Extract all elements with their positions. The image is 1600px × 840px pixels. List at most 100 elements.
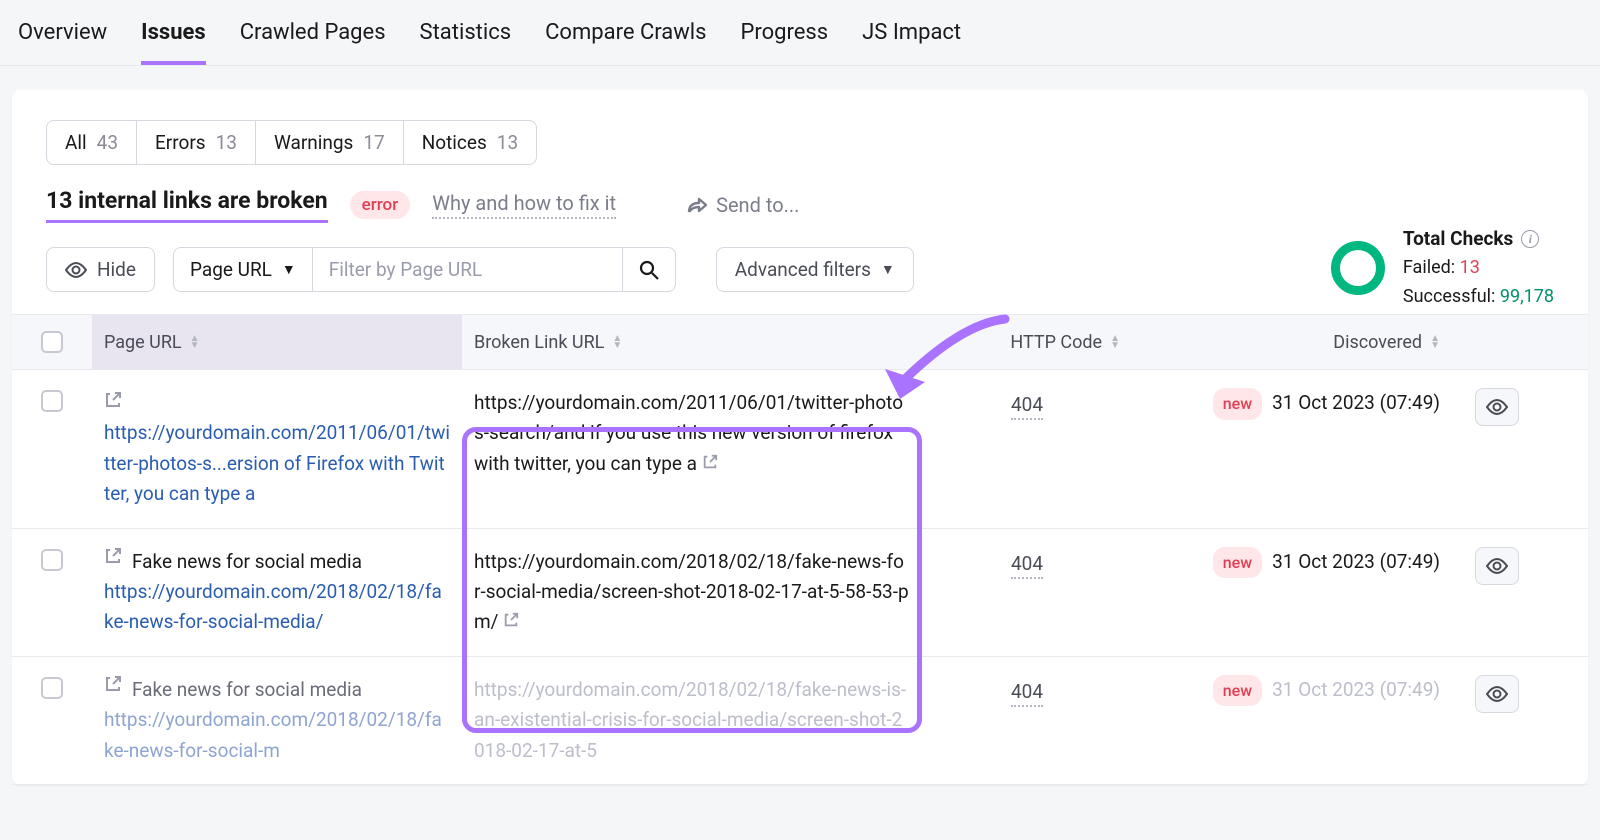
th-checkbox [12, 315, 92, 369]
stats-title: Total Checks [1403, 224, 1513, 254]
tab-crawled-pages[interactable]: Crawled Pages [240, 20, 386, 65]
filter-warnings[interactable]: Warnings17 [256, 121, 404, 164]
external-link-icon[interactable] [503, 612, 519, 628]
th-http-label: HTTP Code [1010, 332, 1102, 353]
view-button[interactable] [1475, 547, 1519, 585]
filter-all-count: 43 [97, 131, 118, 154]
external-link-icon[interactable] [104, 675, 122, 693]
info-icon[interactable]: i [1521, 230, 1539, 248]
cell-actions [1452, 675, 1542, 766]
eye-icon [65, 262, 87, 278]
filter-notices-count: 13 [497, 131, 518, 154]
filter-notices[interactable]: Notices 13 [404, 121, 536, 164]
page-url-link[interactable]: https://yourdomain.com/2011/06/01/twitte… [104, 421, 450, 505]
report-title: 13 internal links are broken [46, 187, 328, 223]
row-checkbox[interactable] [41, 390, 63, 412]
view-button[interactable] [1475, 675, 1519, 713]
cell-http-code: 404 [922, 547, 1132, 638]
why-how-link[interactable]: Why and how to fix it [432, 191, 616, 219]
error-badge: error [350, 191, 411, 219]
page-url-link[interactable]: https://yourdomain.com/2018/02/18/fake-n… [104, 580, 442, 633]
broken-url-text: https://yourdomain.com/2011/06/01/twitte… [474, 391, 903, 475]
th-broken-link-url[interactable]: Broken Link URL ▲▼ [462, 315, 922, 369]
row-checkbox-cell [12, 388, 92, 510]
external-link-icon[interactable] [104, 391, 122, 409]
select-all-checkbox[interactable] [41, 331, 63, 353]
send-to-button[interactable]: Send to... [686, 193, 799, 217]
hide-label: Hide [97, 258, 136, 281]
tab-issues[interactable]: Issues [141, 20, 206, 65]
cell-http-code: 404 [922, 675, 1132, 766]
cell-http-code: 404 [922, 388, 1132, 510]
filter-notices-label: Notices [422, 131, 487, 154]
table-row: https://yourdomain.com/2011/06/01/twitte… [12, 370, 1588, 529]
sort-icon: ▲▼ [1110, 335, 1120, 349]
row-checkbox-cell [12, 675, 92, 766]
http-code-value: 404 [1011, 680, 1043, 707]
new-badge: new [1213, 547, 1262, 579]
filter-errors-label: Errors [155, 131, 206, 154]
stats-failed-row: Failed: 13 [1403, 254, 1554, 283]
send-to-label: Send to... [716, 193, 799, 217]
tab-overview[interactable]: Overview [18, 20, 107, 65]
chevron-down-icon: ▼ [881, 261, 895, 278]
search-button[interactable] [623, 247, 676, 292]
tab-js-impact[interactable]: JS Impact [862, 20, 961, 65]
success-count: 99,178 [1500, 286, 1554, 307]
discovered-date: 31 Oct 2023 (07:49) [1272, 388, 1440, 418]
filter-input[interactable] [313, 247, 623, 292]
th-discovered[interactable]: Discovered ▲▼ [1132, 315, 1452, 369]
new-badge: new [1213, 388, 1262, 420]
tab-progress[interactable]: Progress [741, 20, 829, 65]
cell-page-url: Fake news for social media https://yourd… [92, 547, 462, 638]
filter-errors[interactable]: Errors 13 [137, 121, 256, 164]
external-link-icon[interactable] [702, 454, 718, 470]
filter-field-select[interactable]: Page URL ▼ [173, 247, 313, 292]
th-broken-label: Broken Link URL [474, 332, 604, 353]
th-discovered-label: Discovered [1333, 332, 1422, 353]
cell-page-url: https://yourdomain.com/2011/06/01/twitte… [92, 388, 462, 510]
failed-label: Failed: [1403, 257, 1455, 278]
tab-compare-crawls[interactable]: Compare Crawls [545, 20, 706, 65]
broken-url-text: https://yourdomain.com/2018/02/18/fake-n… [474, 678, 906, 762]
th-page-url[interactable]: Page URL ▲▼ [92, 315, 462, 369]
cell-broken-url: https://yourdomain.com/2018/02/18/fake-n… [462, 547, 922, 638]
cell-broken-url: https://yourdomain.com/2018/02/18/fake-n… [462, 675, 922, 766]
top-tabs: Overview Issues Crawled Pages Statistics… [0, 0, 1600, 66]
success-label: Successful: [1403, 286, 1496, 307]
cell-actions [1452, 388, 1542, 510]
issues-panel: All 43 Errors 13 Warnings17 Notices 13 13 i… [12, 90, 1588, 785]
eye-icon [1486, 686, 1508, 702]
discovered-date: 31 Oct 2023 (07:49) [1272, 547, 1440, 577]
advanced-filters-button[interactable]: Advanced filters ▼ [716, 247, 914, 292]
external-link-icon[interactable] [104, 547, 122, 565]
row-checkbox[interactable] [41, 677, 63, 699]
filter-all-label: All [65, 131, 87, 154]
filter-search-group: Page URL ▼ [173, 247, 676, 292]
cell-actions [1452, 547, 1542, 638]
sort-icon: ▲▼ [1430, 335, 1440, 349]
eye-icon [1486, 399, 1508, 415]
filter-errors-count: 13 [216, 131, 237, 154]
discovered-date: 31 Oct 2023 (07:49) [1272, 675, 1440, 705]
stats-success-row: Successful: 99,178 [1403, 283, 1554, 312]
advanced-filters-label: Advanced filters [735, 258, 871, 281]
filter-warnings-count: 17 [363, 131, 384, 154]
hide-button[interactable]: Hide [46, 247, 155, 292]
search-icon [639, 260, 659, 280]
share-arrow-icon [686, 195, 708, 215]
tab-statistics[interactable]: Statistics [420, 20, 512, 65]
cell-page-url: Fake news for social media https://yourd… [92, 675, 462, 766]
sort-icon: ▲▼ [190, 335, 200, 349]
view-button[interactable] [1475, 388, 1519, 426]
filter-all[interactable]: All 43 [47, 121, 137, 164]
cell-discovered: new 31 Oct 2023 (07:49) [1132, 388, 1452, 510]
filter-field-label: Page URL [190, 258, 272, 281]
severity-filter-group: All 43 Errors 13 Warnings17 Notices 13 [46, 120, 537, 165]
row-checkbox[interactable] [41, 549, 63, 571]
th-http-code[interactable]: HTTP Code ▲▼ [922, 315, 1132, 369]
cell-broken-url: https://yourdomain.com/2011/06/01/twitte… [462, 388, 922, 510]
total-checks-stats: Total Checks i Failed: 13 Successful: 99,… [1331, 224, 1554, 312]
page-url-link[interactable]: https://yourdomain.com/2018/02/18/fake-n… [104, 708, 442, 761]
page-title-text: Fake news for social media [132, 675, 362, 705]
